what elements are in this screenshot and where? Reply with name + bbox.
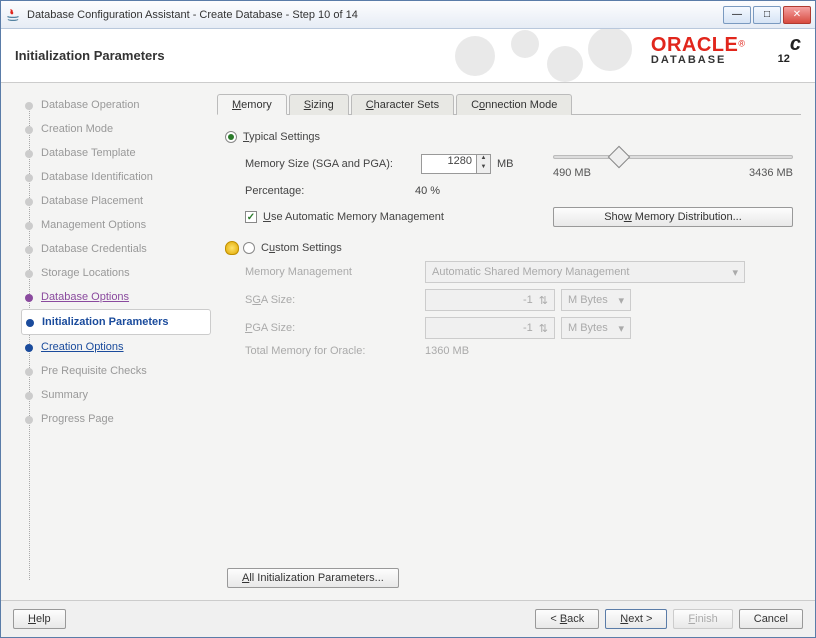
total-memory-label: Total Memory for Oracle:	[245, 345, 425, 357]
finish-button: Finish	[673, 609, 732, 629]
bottom-bar: All Initialization Parameters...	[217, 562, 801, 594]
pga-unit-select: M Bytes▾	[561, 317, 631, 339]
minimize-button[interactable]: —	[723, 6, 751, 24]
memory-management-select: Automatic Shared Memory Management▾	[425, 261, 745, 283]
all-init-params-button[interactable]: All Initialization Parameters...	[227, 568, 399, 588]
memory-size-unit: MB	[497, 158, 514, 170]
header: Initialization Parameters ORACLE® DATABA…	[1, 29, 815, 83]
nav-step: Database Template	[25, 141, 211, 165]
tab-sizing[interactable]: Sizing	[289, 94, 349, 115]
footer: Help < Back Next > Finish Cancel	[1, 600, 815, 637]
tab-connection-mode[interactable]: Connection Mode	[456, 94, 572, 115]
gears-decoration	[435, 29, 635, 82]
next-button[interactable]: Next >	[605, 609, 667, 629]
step-nav: Database Operation Creation Mode Databas…	[1, 83, 211, 600]
tab-body-memory: Typical Settings Memory Size (SGA and PG…	[217, 115, 801, 562]
nav-step: Summary	[25, 383, 211, 407]
radio-typical-settings[interactable]	[225, 131, 237, 143]
app-window: Database Configuration Assistant - Creat…	[0, 0, 816, 638]
nav-step: Database Credentials	[25, 237, 211, 261]
brand-logo: ORACLE® DATABASE	[651, 35, 745, 66]
nav-step: Creation Mode	[25, 117, 211, 141]
tab-character-sets[interactable]: Character Sets	[351, 94, 454, 115]
close-button[interactable]: ✕	[783, 6, 811, 24]
nav-step: Database Operation	[25, 93, 211, 117]
sga-unit-select: M Bytes▾	[561, 289, 631, 311]
window-title: Database Configuration Assistant - Creat…	[27, 9, 723, 21]
nav-step: Database Identification	[25, 165, 211, 189]
pga-label: PGA Size:	[245, 322, 425, 334]
pga-size-input: -1⇅	[425, 317, 555, 339]
spinner-icon[interactable]: ▲▼	[476, 155, 490, 173]
typical-settings-label: Typical Settings	[243, 131, 320, 143]
window-controls: — □ ✕	[723, 6, 811, 24]
checkbox-amm[interactable]: ✓	[245, 211, 257, 223]
amm-label: Use Automatic Memory Management	[263, 211, 444, 223]
maximize-button[interactable]: □	[753, 6, 781, 24]
nav-step: Pre Requisite Checks	[25, 359, 211, 383]
brand-version: 12c	[778, 33, 801, 70]
slider-min-label: 490 MB	[553, 167, 591, 179]
hint-icon	[225, 241, 239, 255]
brand-database: DATABASE	[651, 55, 745, 66]
percentage-label: Percentage:	[245, 185, 415, 197]
radio-custom-settings[interactable]	[243, 242, 255, 254]
brand-oracle: ORACLE	[651, 34, 738, 56]
help-button[interactable]: Help	[13, 609, 66, 629]
body: Database Operation Creation Mode Databas…	[1, 83, 815, 600]
chevron-down-icon: ▾	[732, 266, 738, 279]
percentage-value: 40 %	[415, 185, 440, 197]
main-panel: Memory Sizing Character Sets Connection …	[211, 83, 815, 600]
tabs: Memory Sizing Character Sets Connection …	[217, 93, 801, 115]
nav-step-current: Initialization Parameters	[21, 309, 211, 335]
custom-settings-label: Custom Settings	[261, 242, 342, 254]
nav-step: Progress Page	[25, 407, 211, 431]
nav-step: Management Options	[25, 213, 211, 237]
sga-label: SGA Size:	[245, 294, 425, 306]
memory-slider[interactable]: 490 MB 3436 MB	[553, 149, 793, 179]
nav-step: Storage Locations	[25, 261, 211, 285]
back-button[interactable]: < Back	[535, 609, 599, 629]
total-memory-value: 1360 MB	[425, 345, 469, 357]
tab-memory[interactable]: Memory	[217, 94, 287, 115]
nav-step: Database Placement	[25, 189, 211, 213]
nav-step-database-options[interactable]: Database Options	[25, 285, 211, 309]
java-icon	[5, 7, 21, 23]
memory-size-input[interactable]: 1280 ▲▼	[421, 154, 491, 174]
mm-label: Memory Management	[245, 266, 425, 278]
slider-max-label: 3436 MB	[749, 167, 793, 179]
memory-size-label: Memory Size (SGA and PGA):	[245, 158, 415, 170]
cancel-button[interactable]: Cancel	[739, 609, 803, 629]
sga-size-input: -1⇅	[425, 289, 555, 311]
nav-step-creation-options[interactable]: Creation Options	[25, 335, 211, 359]
show-memory-distribution-button[interactable]: Show Memory Distribution...	[553, 207, 793, 227]
page-title: Initialization Parameters	[15, 48, 165, 63]
titlebar: Database Configuration Assistant - Creat…	[1, 1, 815, 29]
